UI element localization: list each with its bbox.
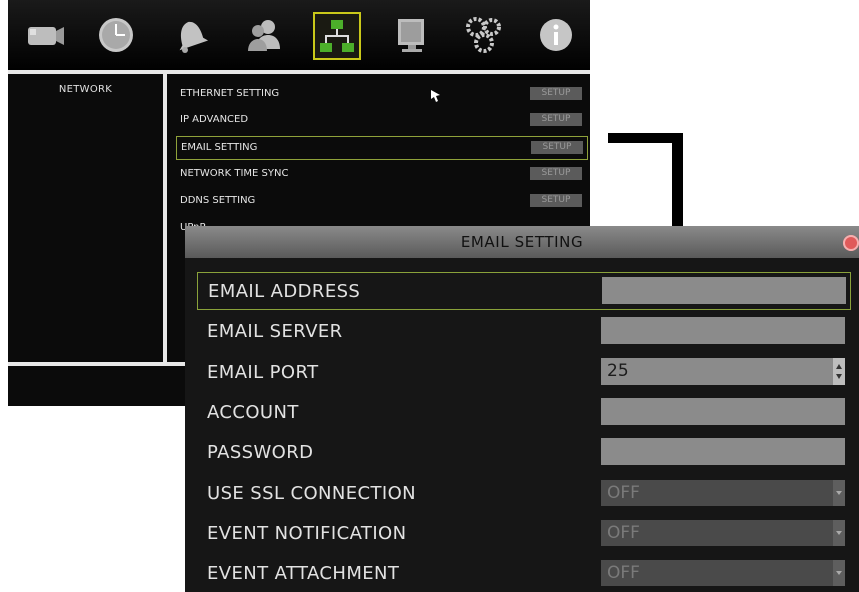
close-icon[interactable] — [843, 235, 859, 251]
dropdown-arrow-icon[interactable] — [833, 480, 845, 506]
field-event-attachment: EVENT ATTACHMENT OFF — [197, 555, 849, 591]
setup-button[interactable]: SETUP — [530, 87, 582, 100]
menu-item-label: ETHERNET SETTING — [180, 88, 280, 99]
field-account: ACCOUNT — [197, 394, 849, 430]
field-label: USE SSL CONNECTION — [207, 483, 417, 504]
field-email-port: EMAIL PORT 25 — [197, 354, 849, 390]
info-icon[interactable] — [532, 11, 580, 59]
dropdown-arrow-icon[interactable] — [833, 560, 845, 586]
alarm-bell-icon[interactable] — [166, 11, 214, 59]
event-attachment-value: OFF — [607, 563, 640, 583]
setup-button[interactable]: SETUP — [530, 113, 582, 126]
arrow-line — [672, 133, 683, 231]
email-port-stepper[interactable]: 25 — [601, 358, 845, 385]
field-label: EMAIL SERVER — [207, 321, 343, 342]
menu-item-ethernet-setting[interactable]: ETHERNET SETTING SETUP — [176, 83, 586, 105]
clock-icon[interactable] — [92, 11, 140, 59]
dialog-header: EMAIL SETTING — [185, 226, 859, 258]
field-label: EMAIL PORT — [207, 362, 319, 383]
field-password: PASSWORD — [197, 434, 849, 470]
field-label: EMAIL ADDRESS — [208, 281, 361, 302]
use-ssl-value: OFF — [607, 483, 640, 503]
setup-button[interactable]: SETUP — [531, 141, 583, 154]
field-email-server: EMAIL SERVER — [197, 313, 849, 349]
menu-item-label: NETWORK TIME SYNC — [180, 168, 289, 179]
network-icon[interactable] — [313, 12, 361, 60]
mouse-cursor-icon — [431, 90, 440, 102]
panel-divider — [163, 74, 167, 364]
category-panel: NETWORK — [8, 74, 163, 364]
email-address-input[interactable] — [602, 277, 846, 304]
menu-item-label: DDNS SETTING — [180, 195, 256, 206]
category-title: NETWORK — [58, 84, 113, 95]
event-attachment-select[interactable]: OFF — [601, 560, 845, 586]
field-email-address: EMAIL ADDRESS — [197, 272, 851, 310]
menu-item-network-time-sync[interactable]: NETWORK TIME SYNC SETUP — [176, 163, 586, 185]
setup-button[interactable]: SETUP — [530, 167, 582, 180]
email-port-value: 25 — [607, 361, 629, 381]
event-notification-select[interactable]: OFF — [601, 520, 845, 546]
camera-icon[interactable] — [22, 11, 70, 59]
gears-icon[interactable] — [460, 11, 508, 59]
menu-item-email-setting[interactable]: EMAIL SETTING SETUP — [176, 136, 588, 160]
field-event-notification: EVENT NOTIFICATION OFF — [197, 515, 849, 551]
dropdown-arrow-icon[interactable] — [833, 520, 845, 546]
menu-item-label: IP ADVANCED — [180, 114, 249, 125]
email-setting-dialog: EMAIL SETTING EMAIL ADDRESS EMAIL SERVER… — [185, 226, 859, 592]
monitor-icon[interactable] — [388, 11, 436, 59]
spinner-arrows-icon[interactable] — [833, 358, 845, 385]
field-label: EVENT NOTIFICATION — [207, 523, 407, 544]
field-label: EVENT ATTACHMENT — [207, 563, 400, 584]
event-notification-value: OFF — [607, 523, 640, 543]
account-input[interactable] — [601, 398, 845, 425]
menu-item-ip-advanced[interactable]: IP ADVANCED SETUP — [176, 109, 586, 131]
dialog-title: EMAIL SETTING — [460, 233, 584, 251]
menu-item-label: EMAIL SETTING — [181, 142, 258, 153]
field-label: PASSWORD — [207, 442, 314, 463]
email-server-input[interactable] — [601, 317, 845, 344]
main-toolbar — [8, 0, 590, 72]
users-icon[interactable] — [240, 11, 288, 59]
password-input[interactable] — [601, 438, 845, 465]
menu-item-ddns-setting[interactable]: DDNS SETTING SETUP — [176, 190, 586, 212]
use-ssl-select[interactable]: OFF — [601, 480, 845, 506]
setup-button[interactable]: SETUP — [530, 194, 582, 207]
field-use-ssl: USE SSL CONNECTION OFF — [197, 475, 849, 511]
field-label: ACCOUNT — [207, 402, 299, 423]
